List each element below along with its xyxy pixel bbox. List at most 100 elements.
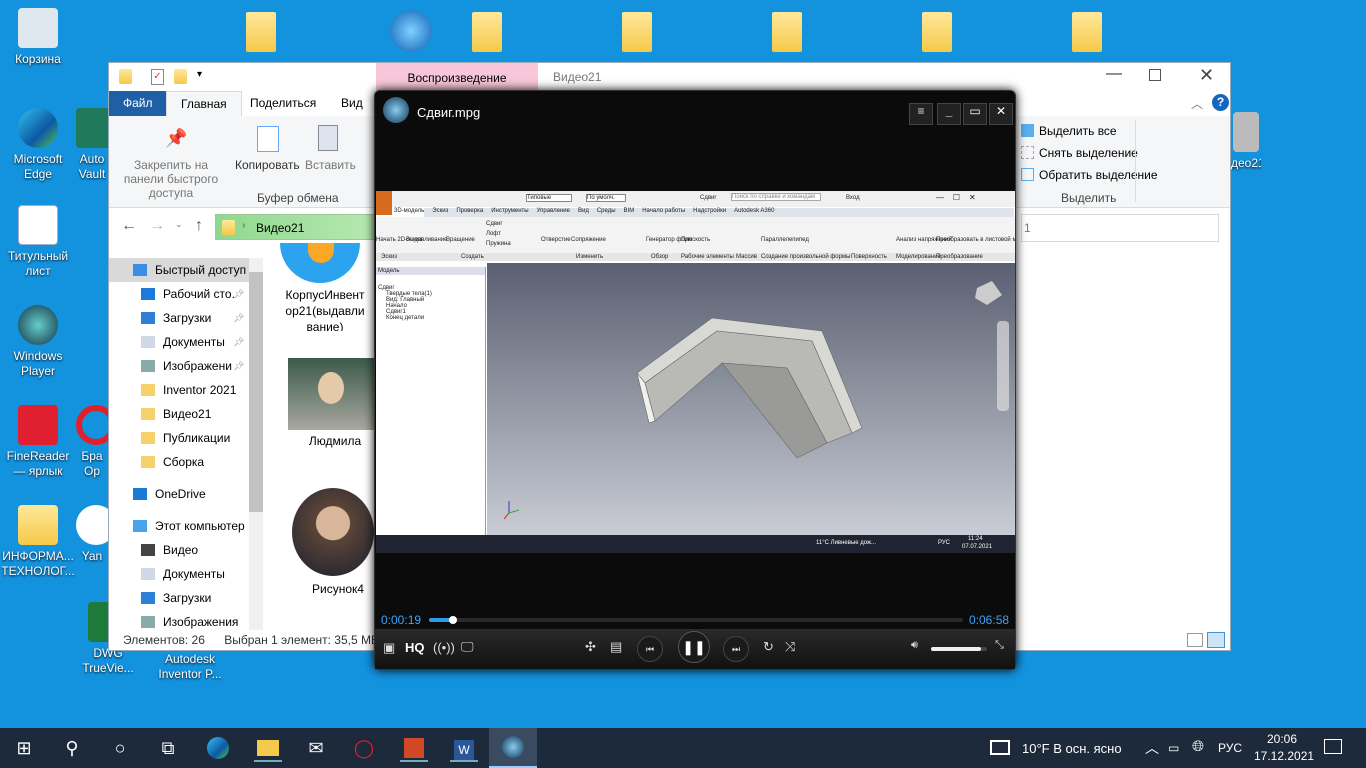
- model-tree-item[interactable]: Конец детали: [376, 315, 485, 321]
- file-item[interactable]: КорпусИнвентор21(выдавливание): [264, 243, 376, 331]
- volume-icon[interactable]: 🔊︎: [911, 639, 918, 652]
- show-hidden-icons[interactable]: ︿: [1145, 738, 1159, 758]
- nav-item[interactable]: Загрузки: [109, 586, 261, 610]
- tab-share[interactable]: Поделиться: [236, 91, 330, 116]
- breadcrumb-video21[interactable]: Видео21: [256, 221, 304, 235]
- nav-item[interactable]: Изображени 📌︎: [109, 354, 261, 378]
- nav-item[interactable]: Видео: [109, 538, 261, 562]
- nav-item[interactable]: Этот компьютер: [109, 514, 261, 538]
- tab-view[interactable]: Вид: [327, 91, 377, 116]
- inventor-tool-button[interactable]: Параллелепипед: [761, 237, 809, 243]
- inventor-menu-tab[interactable]: Управление: [537, 208, 570, 217]
- help-search[interactable]: Поиск по справке и командам: [731, 193, 821, 201]
- minimize-button[interactable]: —: [1099, 65, 1129, 83]
- search-box[interactable]: 1: [1021, 214, 1219, 242]
- inventor-tool-button[interactable]: Выдавливание: [406, 237, 448, 243]
- inventor-window-controls[interactable]: — ☐ ✕: [936, 193, 976, 202]
- desktop-icon-vault[interactable]: Auto Vault: [76, 108, 108, 182]
- open-file-icon[interactable]: ▣: [383, 640, 395, 656]
- nav-scrollbar[interactable]: [249, 258, 263, 630]
- file-explorer-taskbar-icon[interactable]: [254, 734, 282, 762]
- file-item[interactable]: Рисунок4: [264, 488, 376, 596]
- nav-item[interactable]: Сборка: [109, 450, 261, 474]
- inventor-tool-button[interactable]: Лофт: [486, 231, 501, 237]
- clock-date[interactable]: 17.12.2021: [1254, 749, 1314, 763]
- inventor-menu-tab[interactable]: Надстройки: [693, 208, 726, 217]
- recent-locations-button[interactable]: ⌄: [175, 219, 183, 230]
- sign-in[interactable]: Вход: [846, 195, 860, 201]
- inventor-tool-button[interactable]: Сдвиг: [486, 221, 503, 227]
- collapse-ribbon-icon[interactable]: ︿: [1191, 95, 1203, 112]
- desktop-icon-title-doc[interactable]: Титульный лист: [0, 205, 76, 279]
- network-icon[interactable]: 🌐︎: [1192, 738, 1204, 755]
- search-icon[interactable]: ⚲: [58, 734, 86, 762]
- weather-widget[interactable]: 10°F В осн. ясно: [1022, 741, 1122, 756]
- hq-button[interactable]: HQ: [405, 640, 425, 655]
- seek-handle[interactable]: [449, 616, 458, 624]
- details-view-button[interactable]: [1187, 633, 1203, 647]
- nav-item[interactable]: Документы: [109, 562, 261, 586]
- nav-item[interactable]: Документы 📌︎: [109, 330, 261, 354]
- fullscreen-icon[interactable]: ⤡: [995, 639, 1004, 652]
- player-logo-icon[interactable]: [383, 97, 409, 123]
- pause-button[interactable]: ❚❚: [678, 631, 710, 663]
- video-frame[interactable]: Типовые По умолч. Сдвиг Поиск по справке…: [376, 191, 1015, 553]
- start-button[interactable]: ⊞: [10, 734, 38, 762]
- nav-item[interactable]: Публикации: [109, 426, 261, 450]
- new-folder-icon[interactable]: [174, 69, 187, 84]
- file-item[interactable]: Людмила: [264, 358, 376, 448]
- desktop-file-icon[interactable]: [922, 12, 952, 52]
- select-all-button[interactable]: Выделить все: [1021, 124, 1117, 138]
- default-select[interactable]: По умолч.: [586, 194, 626, 202]
- news-icon[interactable]: [990, 740, 1010, 755]
- nav-item[interactable]: Видео21: [109, 402, 261, 426]
- tab-file[interactable]: Файл: [109, 91, 166, 116]
- mail-icon[interactable]: ✉: [302, 734, 330, 762]
- nav-item[interactable]: Inventor 2021: [109, 378, 261, 402]
- inventor-tool-button[interactable]: Преобразовать в листовой металл: [936, 237, 1015, 243]
- broadcast-icon[interactable]: ((•)): [433, 640, 455, 655]
- style-select[interactable]: Типовые: [526, 194, 572, 202]
- nav-item[interactable]: Загрузки 📌︎: [109, 306, 261, 330]
- inventor-menu-tab[interactable]: Среды: [597, 208, 616, 217]
- maximize-button[interactable]: [1149, 69, 1161, 81]
- previous-button[interactable]: ⏮: [637, 636, 663, 662]
- edge-taskbar-icon[interactable]: [204, 734, 232, 762]
- media-player-shortcut-icon[interactable]: [390, 10, 432, 52]
- maximize-button[interactable]: ▭: [963, 103, 987, 125]
- properties-icon[interactable]: ✓: [151, 69, 164, 85]
- desktop-icon-yandex[interactable]: Yan: [76, 505, 108, 564]
- customize-toolbar-icon[interactable]: ▾: [197, 69, 202, 80]
- desktop-icon-info-tech[interactable]: ИНФОРМА... ТЕХНОЛОГ...: [0, 505, 76, 579]
- desktop-file-icon[interactable]: [246, 12, 276, 52]
- invert-selection-button[interactable]: Обратить выделение: [1021, 168, 1158, 182]
- desktop-icon-video21[interactable]: део21: [1231, 112, 1261, 171]
- inventor-menu-tab[interactable]: Эскиз: [432, 208, 448, 217]
- word-icon[interactable]: W: [450, 734, 478, 762]
- task-view-icon[interactable]: ⧉: [154, 734, 182, 762]
- 3d-viewport[interactable]: [487, 263, 1015, 535]
- back-button[interactable]: ←: [121, 217, 137, 235]
- up-button[interactable]: ↑: [195, 217, 203, 235]
- opera-taskbar-icon[interactable]: ◯: [350, 734, 378, 762]
- forward-button[interactable]: →: [149, 217, 165, 235]
- notifications-icon[interactable]: [1324, 739, 1342, 754]
- inventor-tool-button[interactable]: Плоскость: [681, 237, 710, 243]
- pin-icon[interactable]: 📌︎: [233, 354, 244, 378]
- inventor-tool-button[interactable]: Сопряжение: [571, 237, 606, 243]
- help-icon[interactable]: ?: [1212, 94, 1229, 111]
- volume-slider[interactable]: [931, 647, 987, 651]
- desktop-icon-recycle-bin[interactable]: Корзина: [0, 8, 76, 67]
- repeat-icon[interactable]: ↻: [763, 639, 774, 655]
- nav-item[interactable]: Изображения: [109, 610, 261, 630]
- inventor-menu-tab[interactable]: Проверка: [456, 208, 483, 217]
- desktop-file-icon[interactable]: [772, 12, 802, 52]
- desktop-icon-inventor[interactable]: Autodesk Inventor P...: [150, 652, 230, 682]
- nav-item[interactable]: OneDrive: [109, 482, 261, 506]
- inventor-tool-button[interactable]: Отверстие: [541, 237, 571, 243]
- document-tab[interactable]: Сдвиг: [700, 195, 717, 201]
- screen-icon[interactable]: 🖵: [461, 639, 474, 655]
- pin-icon[interactable]: 📌︎: [233, 306, 244, 330]
- battery-icon[interactable]: ▭: [1168, 741, 1179, 755]
- context-tab-playback[interactable]: Воспроизведение: [376, 63, 538, 91]
